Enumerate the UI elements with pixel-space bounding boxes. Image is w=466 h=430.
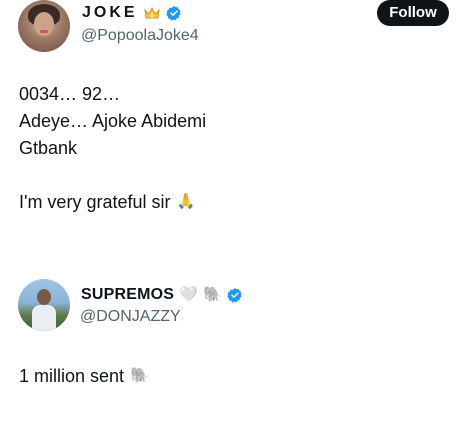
reply-author-name-row[interactable]: SUPREMOS 🤍 🐘 [81, 285, 243, 305]
tweet-line-bank: Gtbank [19, 138, 78, 158]
heart-emoji: 🤍 [179, 286, 199, 303]
tweet-author-name-row[interactable]: JOKE [82, 3, 182, 23]
avatar-face [37, 289, 51, 305]
avatar-body [32, 305, 56, 331]
avatar-lip [40, 30, 48, 33]
reply-author-avatar[interactable] [18, 279, 70, 331]
tweet-author-name[interactable]: JOKE [82, 3, 138, 23]
elephant-emoji: 🐘 [130, 367, 149, 384]
reply-body: 1 million sent 🐘 [19, 364, 149, 388]
tweet-gratitude-text: I'm very grateful sir [19, 192, 171, 212]
follow-button[interactable]: Follow [377, 0, 449, 26]
pray-emoji: 🙏 [176, 193, 196, 210]
tweet-author-avatar[interactable] [18, 0, 70, 52]
reply-text: 1 million sent [19, 366, 125, 386]
verified-badge-icon [227, 288, 242, 303]
tweet-line-account-name: Adeye… Ajoke Abidemi [19, 111, 207, 131]
reply-author-handle[interactable]: @DONJAZZY [80, 307, 181, 327]
tweet-line-account-number: 0034… 92… [19, 84, 121, 104]
verified-badge-icon [165, 6, 181, 21]
crown-icon [143, 6, 160, 19]
tweet-author-handle[interactable]: @PopoolaJoke4 [81, 26, 199, 46]
tweet-line-gratitude: I'm very grateful sir 🙏 [19, 190, 195, 214]
elephant-emoji: 🐘 [203, 286, 222, 303]
reply-author-name[interactable]: SUPREMOS [81, 285, 174, 305]
